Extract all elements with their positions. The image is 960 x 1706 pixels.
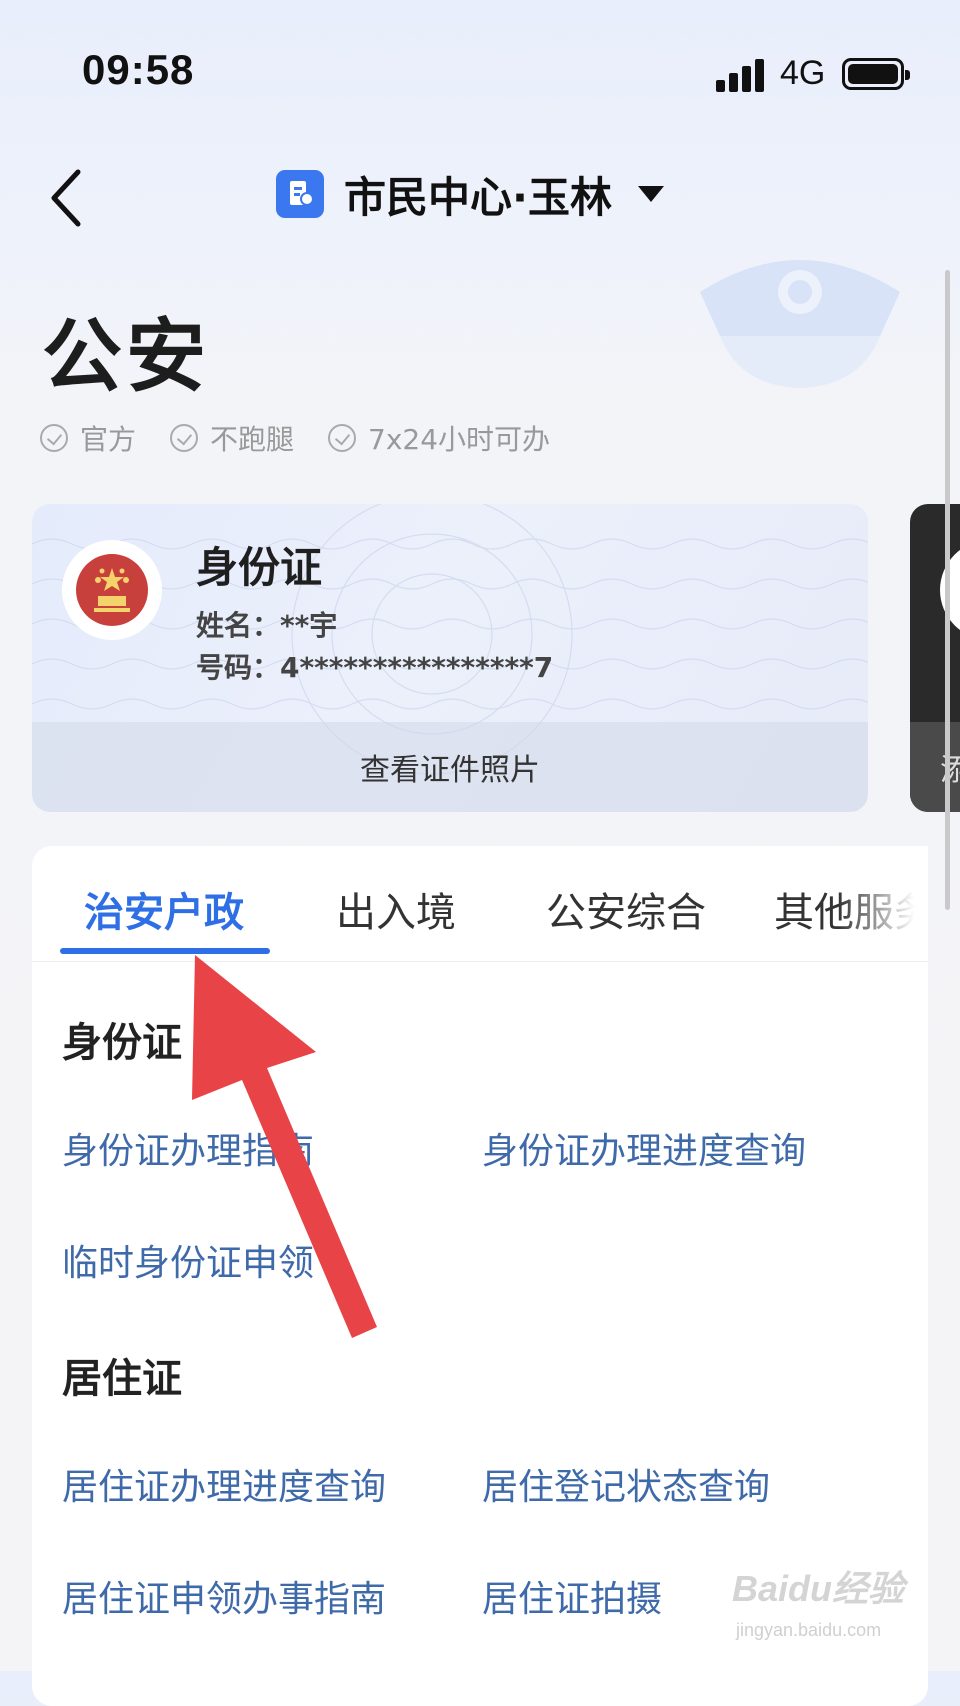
page-title: 公安 (42, 310, 210, 403)
signal-icon (716, 58, 766, 92)
section-title-residence: 居住证 (62, 1356, 182, 1402)
network-type: 4G (780, 54, 826, 92)
nav-bar: 市民中心·玉林 (0, 150, 960, 240)
city-title: 市民中心·玉林 (344, 172, 612, 222)
battery-icon (842, 58, 910, 90)
tab-general[interactable]: 公安综合 (546, 880, 706, 938)
scrollbar[interactable] (945, 270, 950, 910)
check-circle-icon (328, 424, 357, 452)
card-emblem-icon (940, 540, 960, 640)
feature-tags: 官方 不跑腿 7x24小时可办 (40, 418, 550, 458)
check-circle-icon (40, 424, 68, 452)
service-residence-guide[interactable]: 居住证申领办事指南 (62, 1570, 386, 1622)
service-temp-id[interactable]: 临时身份证申领 (62, 1234, 314, 1286)
status-bar: 09:58 4G (0, 0, 960, 150)
baidu-watermark: Baidu经验 jingyan.baidu.com (732, 1550, 932, 1660)
citizen-center-icon (276, 170, 324, 218)
service-id-guide[interactable]: 身份证办理指南 (62, 1122, 314, 1174)
tab-entry-exit[interactable]: 出入境 (336, 880, 456, 938)
national-emblem-icon (62, 540, 162, 640)
back-button[interactable] (42, 168, 102, 228)
view-photo-button[interactable]: 查看证件照片 (32, 722, 868, 812)
watermark-brand: Baidu经验 (732, 1568, 905, 1609)
city-selector[interactable]: 市民中心·玉林 (276, 164, 664, 224)
police-cap-illustration (700, 260, 900, 388)
feature-24-7: 7x24小时可办 (328, 418, 550, 458)
service-residence-progress[interactable]: 居住证办理进度查询 (62, 1458, 386, 1510)
tab-public-security[interactable]: 治安户政 (84, 880, 244, 938)
tab-fade (838, 846, 928, 961)
feature-no-trip: 不跑腿 (170, 418, 294, 458)
chevron-left-icon (51, 169, 81, 227)
status-time: 09:58 (82, 46, 195, 93)
watermark-url: jingyan.baidu.com (736, 1620, 882, 1640)
next-card-peek[interactable]: 添 (910, 504, 960, 812)
next-card-footer: 添 (910, 722, 960, 812)
card-holder-name: 姓名：**宇 (196, 609, 338, 642)
tab-indicator (60, 948, 270, 954)
service-residence-photo[interactable]: 居住证拍摄 (482, 1570, 662, 1622)
id-card[interactable]: 身份证 姓名：**宇 号码：4****************7 查看证件照片 (32, 504, 868, 812)
service-residence-status[interactable]: 居住登记状态查询 (482, 1458, 770, 1510)
card-title: 身份证 (196, 543, 323, 592)
service-id-progress[interactable]: 身份证办理进度查询 (482, 1122, 806, 1174)
category-tabs: 治安户政 出入境 公安综合 其他服务 (32, 846, 928, 962)
section-title-id-card: 身份证 (62, 1020, 182, 1066)
caret-down-icon (637, 186, 664, 202)
card-id-number: 号码：4****************7 (196, 651, 554, 684)
check-circle-icon (170, 424, 199, 452)
feature-official: 官方 (40, 418, 136, 458)
